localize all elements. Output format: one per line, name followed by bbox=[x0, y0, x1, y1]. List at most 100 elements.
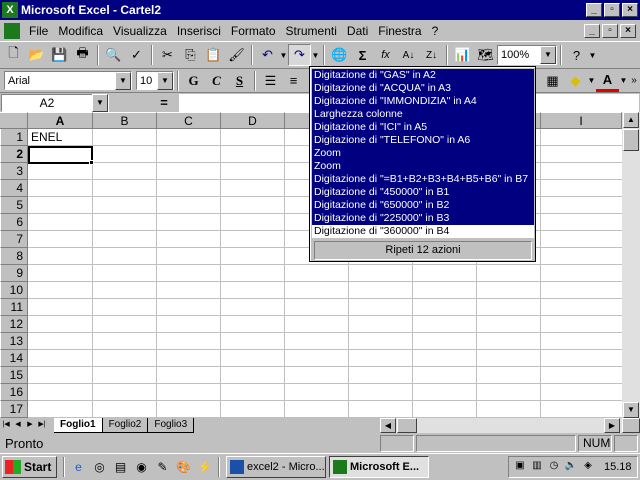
start-button[interactable]: Start bbox=[2, 456, 57, 478]
task-microsoft-excel[interactable]: Microsoft E... bbox=[329, 456, 429, 478]
redo-item[interactable]: Digitazione di "GAS" in A2 bbox=[312, 69, 534, 82]
paste-icon[interactable]: 📋 bbox=[202, 44, 225, 66]
redo-item[interactable]: Digitazione di "TELEFONO" in A6 bbox=[312, 134, 534, 147]
menu-formato[interactable]: Formato bbox=[226, 24, 281, 38]
sort-ascending-icon[interactable]: A↓ bbox=[397, 44, 420, 66]
minimize-button[interactable]: _ bbox=[586, 3, 602, 17]
cell-a1[interactable]: ENEL bbox=[31, 129, 62, 145]
row-header-11[interactable]: 11 bbox=[0, 299, 28, 316]
italic-button[interactable]: C bbox=[205, 70, 228, 92]
help-icon[interactable]: ? bbox=[565, 44, 588, 66]
tray-display-icon[interactable]: ▥ bbox=[530, 460, 544, 474]
redo-item[interactable]: Digitazione di "=B1+B2+B3+B4+B5+B6" in B… bbox=[312, 173, 534, 186]
font-name-combo[interactable]: Arial ▼ bbox=[4, 71, 132, 90]
scroll-right-icon[interactable]: ▶ bbox=[604, 418, 620, 433]
name-box-dropdown-arrow[interactable]: ▼ bbox=[92, 93, 108, 112]
menu-inserisci[interactable]: Inserisci bbox=[172, 24, 226, 38]
row-header-2[interactable]: 2 bbox=[0, 146, 28, 163]
row-header-10[interactable]: 10 bbox=[0, 282, 28, 299]
bold-button[interactable]: G bbox=[182, 70, 205, 92]
tray-volume-icon[interactable]: 🔈 bbox=[564, 460, 578, 474]
redo-item[interactable]: Digitazione di "ACQUA" in A3 bbox=[312, 82, 534, 95]
function-icon[interactable]: fx bbox=[374, 44, 397, 66]
sheet-tab-foglio1[interactable]: Foglio1 bbox=[54, 418, 103, 433]
column-header-i[interactable]: I bbox=[541, 112, 622, 129]
maximize-button[interactable]: ▫ bbox=[604, 3, 620, 17]
document-icon[interactable] bbox=[4, 22, 20, 39]
scroll-left-icon[interactable]: ◀ bbox=[380, 418, 396, 433]
redo-item[interactable]: Zoom bbox=[312, 147, 534, 160]
row-header-16[interactable]: 16 bbox=[0, 384, 28, 401]
sheet-tab-foglio3[interactable]: Foglio3 bbox=[148, 418, 195, 433]
column-header-d[interactable]: D bbox=[221, 112, 285, 129]
tray-task-scheduler-icon[interactable]: ◷ bbox=[547, 460, 561, 474]
menu-modifica[interactable]: Modifica bbox=[53, 24, 108, 38]
menu-visualizza[interactable]: Visualizza bbox=[108, 24, 172, 38]
chart-wizard-icon[interactable]: 📊 bbox=[451, 44, 474, 66]
vertical-scrollbar[interactable]: ▲ ▼ bbox=[622, 112, 640, 418]
outlook-express-icon[interactable]: ◎ bbox=[89, 457, 110, 477]
task-excel2[interactable]: excel2 - Micro... bbox=[226, 456, 326, 478]
sort-descending-icon[interactable]: Z↓ bbox=[420, 44, 443, 66]
row-header-12[interactable]: 12 bbox=[0, 316, 28, 333]
row-header-17[interactable]: 17 bbox=[0, 401, 28, 418]
doc-close-button[interactable]: × bbox=[620, 23, 636, 38]
underline-button[interactable]: S bbox=[228, 70, 251, 92]
zoom-dropdown-arrow[interactable]: ▼ bbox=[540, 46, 556, 64]
redo-item[interactable]: Zoom bbox=[312, 160, 534, 173]
redo-item[interactable]: Digitazione di "650000" in B2 bbox=[312, 199, 534, 212]
print-icon[interactable]: 🖶 bbox=[71, 44, 94, 66]
align-center-icon[interactable]: ≡ bbox=[282, 70, 305, 92]
tray-network-icon[interactable]: ▣ bbox=[513, 460, 527, 474]
redo-item[interactable]: Digitazione di "ICI" in A5 bbox=[312, 121, 534, 134]
borders-icon[interactable]: ▦ bbox=[541, 70, 564, 92]
resize-corner[interactable] bbox=[622, 418, 640, 433]
first-sheet-icon[interactable]: |◀ bbox=[0, 419, 12, 432]
redo-dropdown-arrow[interactable]: ▼ bbox=[311, 51, 320, 60]
hyperlink-icon[interactable]: 🌐 bbox=[328, 44, 351, 66]
menu-strumenti[interactable]: Strumenti bbox=[281, 24, 342, 38]
last-sheet-icon[interactable]: ▶| bbox=[36, 419, 48, 432]
edit-formula-button[interactable]: = bbox=[149, 95, 179, 110]
redo-item[interactable]: Digitazione di "450000" in B1 bbox=[312, 186, 534, 199]
horizontal-scrollbar[interactable]: ◀ ▶ bbox=[380, 418, 622, 433]
internet-explorer-icon[interactable]: e bbox=[68, 457, 89, 477]
row-header-15[interactable]: 15 bbox=[0, 367, 28, 384]
excel-app-icon[interactable]: X bbox=[2, 2, 18, 18]
menu-finestra[interactable]: Finestra bbox=[373, 24, 426, 38]
cut-icon[interactable]: ✂ bbox=[156, 44, 179, 66]
help-dropdown-arrow[interactable]: ▼ bbox=[588, 51, 597, 60]
doc-minimize-button[interactable]: _ bbox=[584, 23, 600, 38]
open-icon[interactable]: 📂 bbox=[25, 44, 48, 66]
redo-icon[interactable]: ↷ bbox=[288, 44, 311, 66]
redo-item[interactable]: Digitazione di "360000" in B4 bbox=[312, 225, 534, 238]
row-header-1[interactable]: 1 bbox=[0, 129, 28, 146]
fill-color-dropdown-arrow[interactable]: ▼ bbox=[587, 76, 596, 85]
row-header-6[interactable]: 6 bbox=[0, 214, 28, 231]
row-header-13[interactable]: 13 bbox=[0, 333, 28, 350]
column-header-c[interactable]: C bbox=[157, 112, 221, 129]
save-icon[interactable]: 💾 bbox=[48, 44, 71, 66]
name-box[interactable]: A2 ▼ bbox=[1, 93, 109, 112]
row-header-14[interactable]: 14 bbox=[0, 350, 28, 367]
next-sheet-icon[interactable]: ▶ bbox=[24, 419, 36, 432]
redo-item[interactable]: Digitazione di "IMMONDIZIA" in A4 bbox=[312, 95, 534, 108]
map-icon[interactable]: 🗺 bbox=[474, 44, 497, 66]
column-header-a[interactable]: A bbox=[28, 112, 93, 129]
doc-restore-button[interactable]: ▫ bbox=[602, 23, 618, 38]
copy-icon[interactable]: ⎘ bbox=[179, 44, 202, 66]
hscroll-thumb[interactable] bbox=[397, 418, 417, 433]
row-header-5[interactable]: 5 bbox=[0, 197, 28, 214]
menu-file[interactable]: File bbox=[24, 24, 53, 38]
new-icon[interactable]: 🗋 bbox=[2, 44, 25, 66]
toolbar-overflow-icon[interactable]: » bbox=[628, 75, 640, 86]
prev-sheet-icon[interactable]: ◀ bbox=[12, 419, 24, 432]
fill-color-icon[interactable]: ◆ bbox=[564, 70, 587, 92]
menu-dati[interactable]: Dati bbox=[342, 24, 373, 38]
font-name-dropdown-arrow[interactable]: ▼ bbox=[115, 71, 131, 90]
format-painter-icon[interactable]: 🖌 bbox=[225, 44, 248, 66]
active-cell-a2[interactable] bbox=[28, 146, 93, 164]
tray-misc-icon[interactable]: ◈ bbox=[581, 460, 595, 474]
scroll-thumb[interactable] bbox=[623, 129, 639, 151]
row-header-7[interactable]: 7 bbox=[0, 231, 28, 248]
